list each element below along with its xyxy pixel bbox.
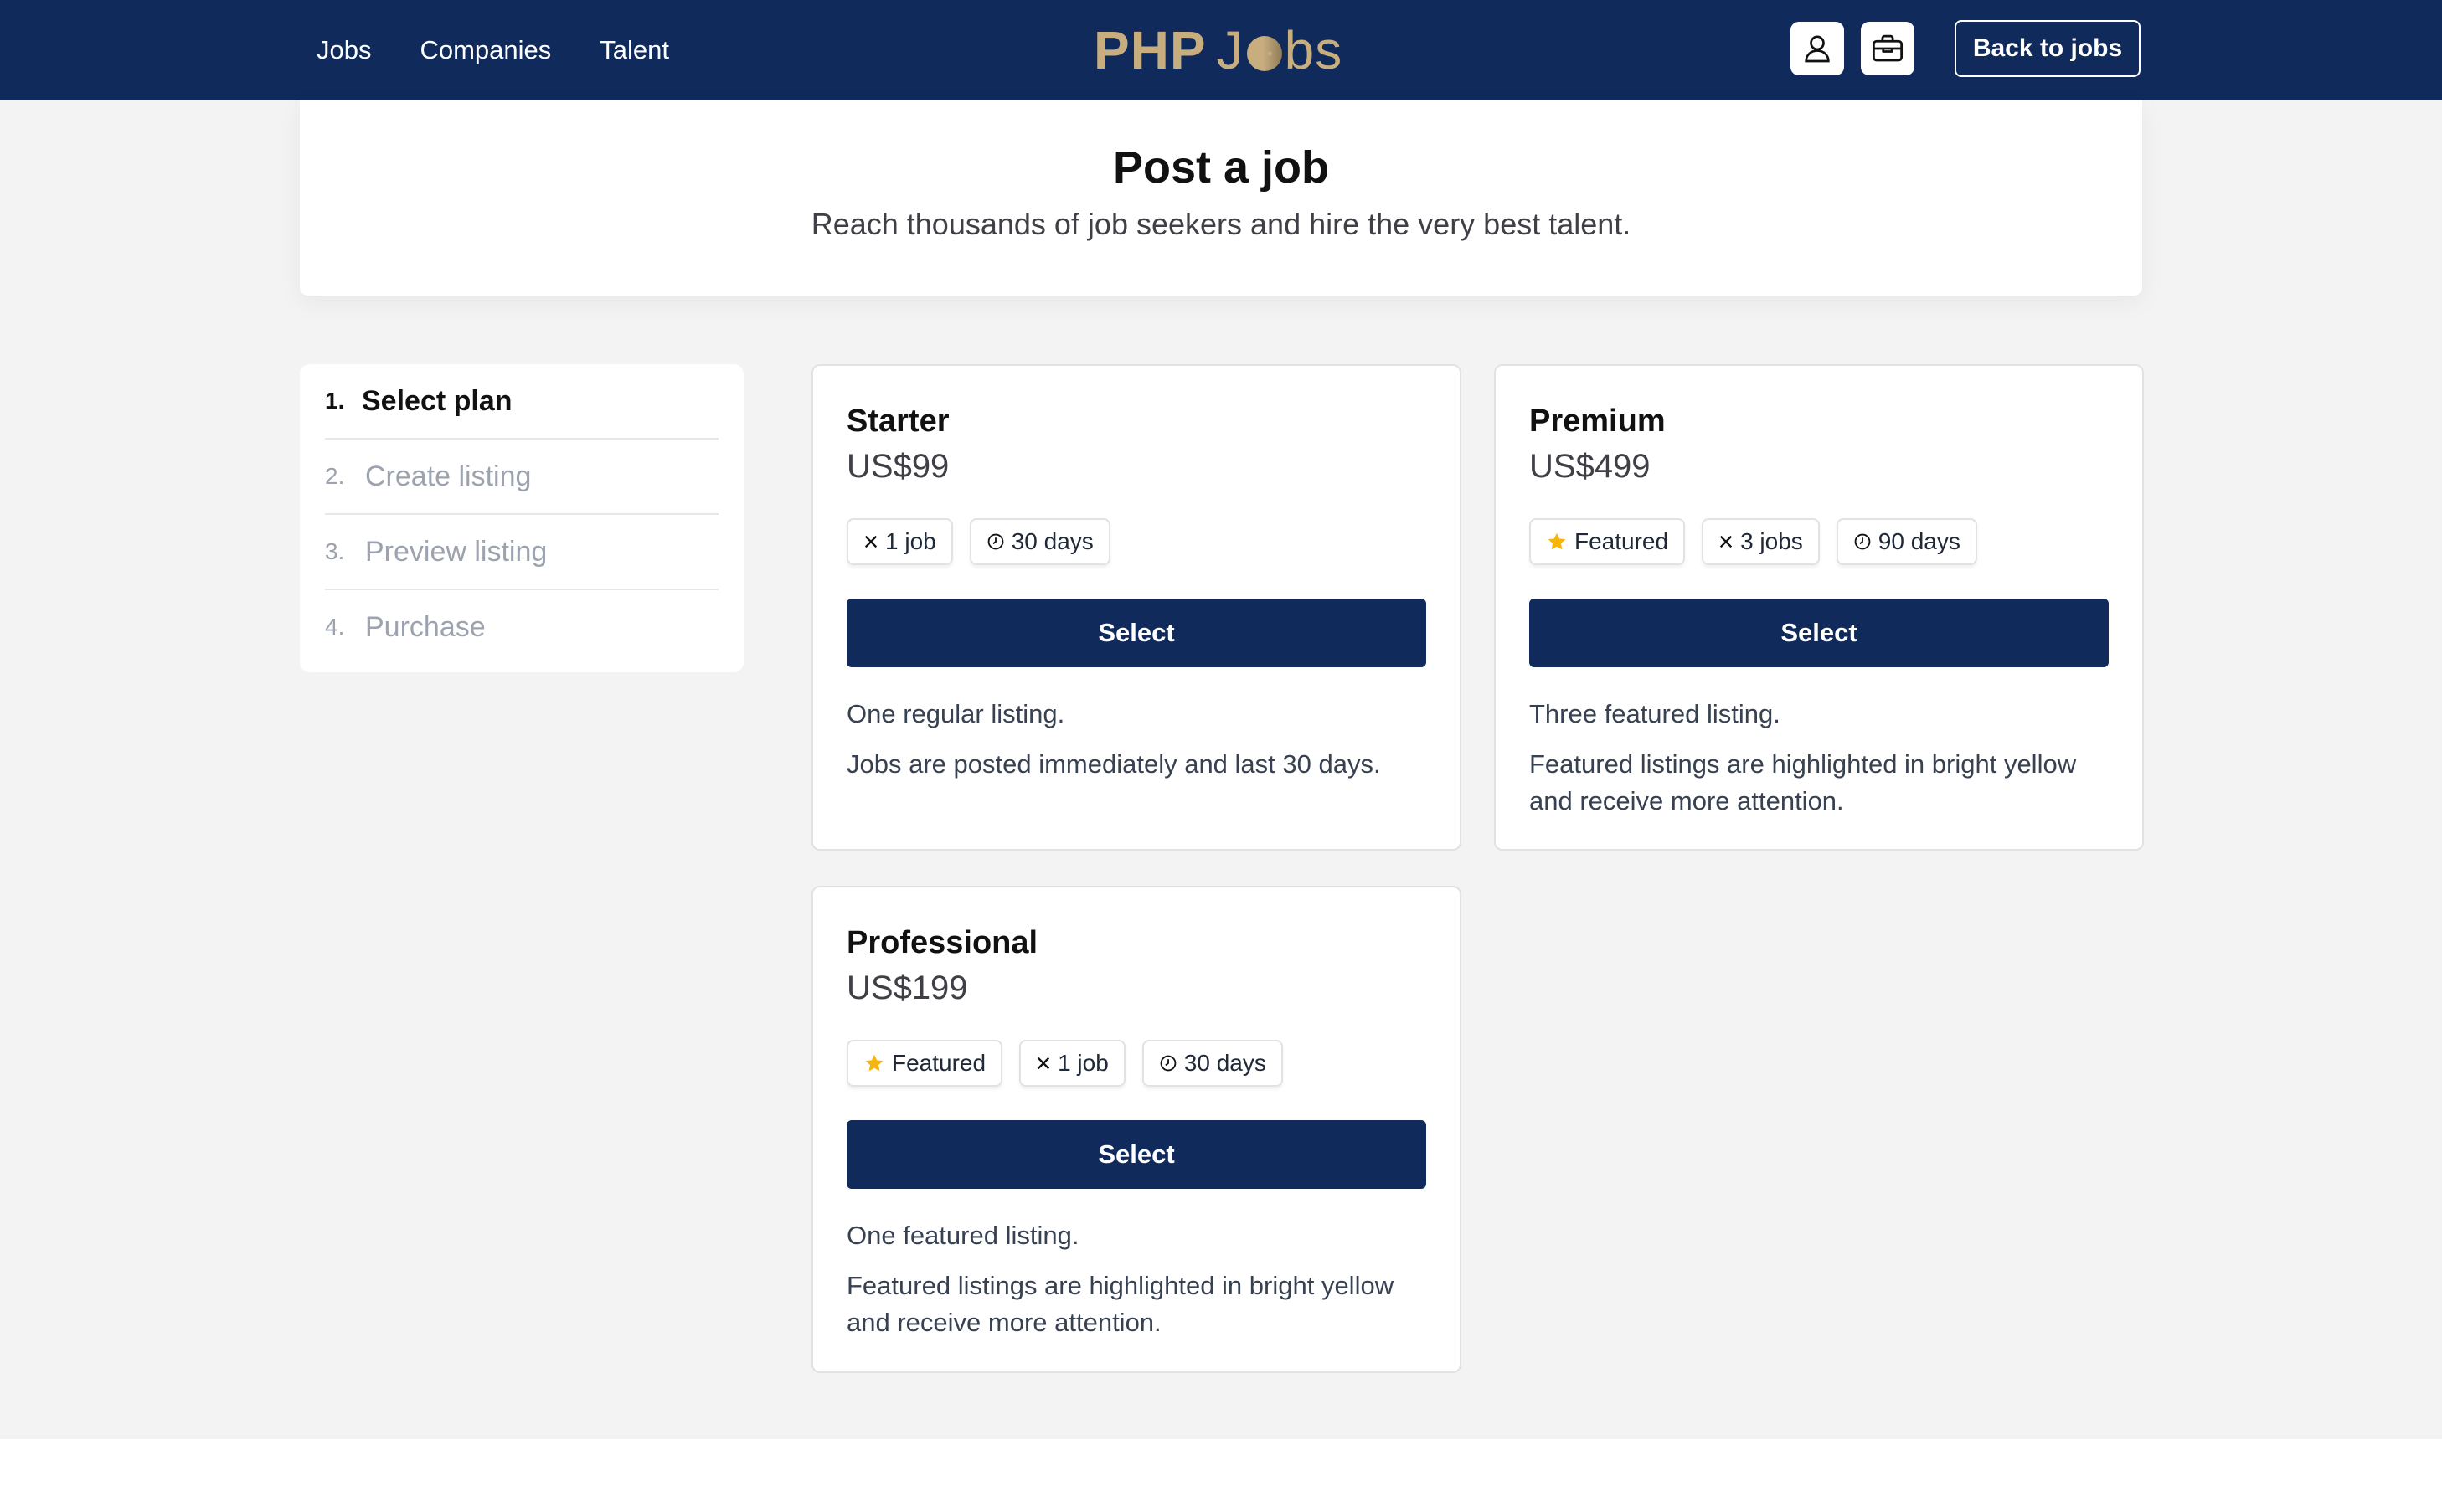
nav-talent-link[interactable]: Talent (600, 35, 669, 65)
step-select-plan[interactable]: 1. Select plan (325, 364, 719, 440)
nav-jobs-link[interactable]: Jobs (317, 35, 371, 65)
page-title: Post a job (1112, 142, 1330, 193)
checkout-steps: 1. Select plan 2. Create listing 3. Prev… (300, 364, 744, 672)
plan-card-starter: Starter US$99 1 job 30 days Select One r… (811, 364, 1461, 851)
tag-label: 30 days (1011, 528, 1094, 554)
plan-price: US$499 (1529, 448, 1651, 485)
plan-description: One regular listing. Jobs are posted imm… (847, 696, 1426, 783)
logo-jobs-start: J (1216, 20, 1244, 80)
clock-icon (1853, 532, 1872, 551)
page-subtitle: Reach thousands of job seekers and hire … (811, 207, 1631, 241)
times-icon (1036, 1056, 1051, 1071)
plan-description: One featured listing. Featured listings … (847, 1217, 1426, 1341)
step-label: Select plan (362, 384, 513, 417)
plan-description-line: One featured listing. (847, 1221, 1079, 1250)
briefcase-icon (1872, 34, 1904, 62)
logo-dot-icon (1246, 36, 1282, 71)
tag-label: 1 job (1058, 1050, 1109, 1076)
tag-jobs: 1 job (1019, 1040, 1126, 1087)
select-starter-button[interactable]: Select (847, 599, 1426, 667)
plan-card-premium: Premium US$499 Featured 3 jobs 90 days S… (1494, 364, 2144, 851)
plan-description-line: One regular listing. (847, 699, 1065, 728)
tag-duration: 30 days (1141, 1040, 1283, 1087)
tag-label: 3 jobs (1740, 528, 1803, 554)
plan-price: US$199 (847, 969, 968, 1006)
select-premium-button[interactable]: Select (1529, 599, 2109, 667)
hero-panel: Post a job Reach thousands of job seeker… (300, 100, 2142, 296)
step-preview-listing[interactable]: 3. Preview listing (325, 515, 719, 590)
employer-button[interactable] (1861, 22, 1914, 75)
user-icon (1805, 35, 1830, 63)
times-icon (1718, 534, 1734, 549)
account-button[interactable] (1790, 22, 1844, 75)
top-navigation-bar: Jobs Companies Talent PHP J bs Back to j… (0, 0, 2442, 100)
step-create-listing[interactable]: 2. Create listing (325, 440, 719, 515)
tag-duration: 30 days (969, 518, 1110, 565)
select-professional-button[interactable]: Select (847, 1120, 1426, 1189)
step-number: 2. (325, 463, 345, 489)
step-label: Create listing (365, 460, 532, 492)
star-icon (1546, 531, 1568, 553)
tag-jobs: 1 job (847, 518, 953, 565)
step-number: 4. (325, 614, 345, 640)
plan-description: Three featured listing. Featured listing… (1529, 696, 2109, 820)
main-nav: Jobs Companies Talent (317, 0, 669, 100)
tag-featured: Featured (1529, 518, 1686, 565)
star-icon (863, 1052, 885, 1074)
post-job-page: Jobs Companies Talent PHP J bs Back to j… (0, 0, 2442, 1512)
php-jobs-logo[interactable]: PHP J bs (1094, 20, 1342, 80)
plan-name: Premium (1529, 404, 1666, 439)
step-number: 3. (325, 538, 345, 564)
plan-description-line: Three featured listing. (1529, 699, 1780, 728)
tag-label: 1 job (885, 528, 936, 554)
tag-label: 30 days (1183, 1050, 1266, 1076)
plan-tags: Featured 3 jobs 90 days (1529, 518, 2109, 567)
tag-featured: Featured (847, 1040, 1003, 1087)
nav-companies-link[interactable]: Companies (420, 35, 551, 65)
logo-php-text: PHP (1094, 20, 1207, 80)
plan-tags: 1 job 30 days (847, 518, 1426, 567)
tag-label: Featured (892, 1050, 987, 1076)
tag-duration: 90 days (1836, 518, 1977, 565)
tag-label: 90 days (1878, 528, 1960, 554)
plan-name: Starter (847, 404, 950, 439)
times-icon (863, 534, 878, 549)
tag-jobs: 3 jobs (1702, 518, 1820, 565)
plan-description-line: Jobs are posted immediately and last 30 … (847, 749, 1381, 779)
plan-description-line: Featured listings are highlighted in bri… (1529, 749, 2077, 815)
logo-jobs-text: J bs (1217, 19, 1343, 81)
plan-name: Professional (847, 925, 1038, 960)
step-label: Preview listing (365, 535, 548, 568)
back-to-jobs-button[interactable]: Back to jobs (1955, 20, 2141, 77)
step-number: 1. (325, 388, 345, 414)
tag-label: Featured (1574, 528, 1669, 554)
plan-description-line: Featured listings are highlighted in bri… (847, 1271, 1394, 1337)
step-purchase[interactable]: 4. Purchase (325, 590, 719, 664)
logo-jobs-end: bs (1284, 20, 1343, 80)
plan-price: US$99 (847, 448, 950, 485)
plan-card-professional: Professional US$199 Featured 1 job 30 da… (811, 886, 1461, 1373)
clock-icon (987, 532, 1005, 551)
clock-icon (1159, 1054, 1177, 1072)
plan-tags: Featured 1 job 30 days (847, 1040, 1426, 1088)
step-label: Purchase (365, 610, 486, 643)
